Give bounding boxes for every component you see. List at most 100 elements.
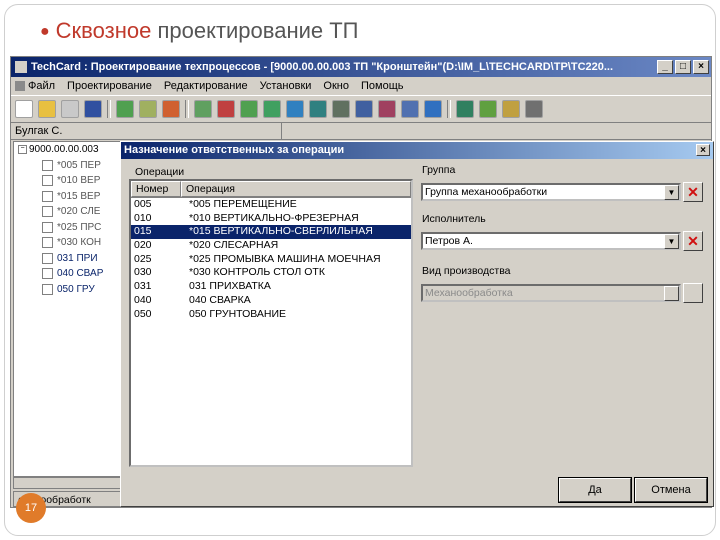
report-icon[interactable] <box>401 100 419 118</box>
ok-button[interactable]: Да <box>558 477 632 503</box>
checkbox[interactable] <box>42 206 53 218</box>
chevron-down-icon <box>664 286 679 301</box>
checkbox[interactable] <box>42 175 53 187</box>
number-icon[interactable] <box>286 100 304 118</box>
checkbox[interactable] <box>42 190 53 202</box>
dialog-close-button[interactable]: × <box>696 144 710 156</box>
checkbox[interactable] <box>42 283 53 295</box>
operation-number: 050 <box>134 307 152 320</box>
tree-item[interactable]: 050 ГРУ <box>14 282 120 298</box>
calculator-icon[interactable] <box>116 100 134 118</box>
assign-responsible-dialog: Назначение ответственных за операции × О… <box>120 141 714 507</box>
chevron-down-icon[interactable]: ▼ <box>664 234 679 249</box>
close-window-button[interactable]: × <box>693 60 709 74</box>
operation-name: 040 СВАРКА <box>189 293 251 306</box>
oper-icon[interactable] <box>240 100 258 118</box>
operation-number: 005 <box>134 198 152 210</box>
tree-item[interactable]: 040 СВАР <box>14 266 120 282</box>
column-operation[interactable]: Операция <box>181 181 411 197</box>
horizontal-scrollbar[interactable] <box>13 477 121 489</box>
collapse-icon[interactable]: − <box>18 145 27 155</box>
clear-group-button[interactable]: ✕ <box>683 182 703 202</box>
column-number[interactable]: Номер <box>131 181 181 197</box>
user-name: Булгак С. <box>11 123 285 140</box>
operation-name: *020 СЛЕСАРНАЯ <box>189 239 279 252</box>
new-document-icon[interactable] <box>15 100 33 118</box>
tree-root[interactable]: −9000.00.00.003 <box>14 142 120 158</box>
clear-executor-button[interactable]: ✕ <box>683 231 703 251</box>
operation-name: *030 КОНТРОЛЬ СТОЛ ОТК <box>189 266 325 279</box>
tools-icon[interactable] <box>217 100 235 118</box>
clear-production-button <box>683 283 703 303</box>
tree-item[interactable]: *005 ПЕР <box>14 158 120 174</box>
menu-settings[interactable]: Установки <box>260 80 312 92</box>
app-icon <box>15 61 27 73</box>
operation-row[interactable]: 025 *025 ПРОМЫВКА МАШИНА МОЕЧНАЯ <box>131 253 411 267</box>
maximize-button[interactable]: □ <box>675 60 691 74</box>
gear-icon[interactable] <box>456 100 474 118</box>
executor-select[interactable]: Петров А. <box>421 232 681 250</box>
operation-name: 050 ГРУНТОВАНИЕ <box>189 307 287 320</box>
menu-file[interactable]: Файл <box>15 80 55 92</box>
toolbar-separator <box>447 100 451 118</box>
menu-window[interactable]: Окно <box>323 80 349 92</box>
checkbox[interactable] <box>42 221 53 233</box>
operation-name: *010 ВЕРТИКАЛЬНО-ФРЕЗЕРНАЯ <box>189 211 359 224</box>
window-title: TechCard : Проектирование техпроцессов -… <box>31 61 614 73</box>
operation-row[interactable]: 031 031 ПРИХВАТКА <box>131 280 411 294</box>
production-type-select: Механообработка <box>421 284 681 302</box>
checkbox[interactable] <box>42 159 53 171</box>
binoculars-icon[interactable] <box>525 100 543 118</box>
bullet-icon: ● <box>40 23 50 40</box>
production-type-label: Вид производства <box>422 265 511 277</box>
menu-design[interactable]: Проектирование <box>67 80 152 92</box>
measure-icon[interactable] <box>332 100 350 118</box>
operation-row[interactable]: 030 *030 КОНТРОЛЬ СТОЛ ОТК <box>131 266 411 280</box>
operation-row[interactable]: 050 050 ГРУНТОВАНИЕ <box>131 308 411 322</box>
tree-item[interactable]: *010 ВЕР <box>14 173 120 189</box>
dropdown-arrow-icon[interactable] <box>61 100 79 118</box>
tree-item[interactable]: *020 СЛЕ <box>14 204 120 220</box>
cancel-button[interactable]: Отмена <box>634 477 708 503</box>
operation-row[interactable]: 005 *005 ПЕРЕМЕЩЕНИЕ <box>131 198 411 212</box>
operations-label: Операции <box>135 166 185 178</box>
checkbox[interactable] <box>42 268 53 280</box>
title-accent: Сквозное <box>55 18 152 43</box>
operation-row[interactable]: 020 *020 СЛЕСАРНАЯ <box>131 239 411 253</box>
tree-item[interactable]: *015 ВЕР <box>14 189 120 205</box>
ole-icon[interactable] <box>424 100 442 118</box>
dialog-titlebar: Назначение ответственных за операции × <box>121 142 713 159</box>
tree-item[interactable]: *030 КОН <box>14 235 120 251</box>
operation-row[interactable]: 015 *015 ВЕРТИКАЛЬНО-СВЕРЛИЛЬНАЯ <box>131 225 411 240</box>
dialog-title: Назначение ответственных за операции <box>124 144 345 156</box>
tree-item[interactable]: 031 ПРИ <box>14 251 120 267</box>
menu-edit[interactable]: Редактирование <box>164 80 248 92</box>
edit-table-icon[interactable] <box>194 100 212 118</box>
table-icon[interactable] <box>139 100 157 118</box>
operation-row[interactable]: 010 *010 ВЕРТИКАЛЬНО-ФРЕЗЕРНАЯ <box>131 212 411 226</box>
tree-item[interactable]: *025 ПРС <box>14 220 120 236</box>
open-folder-icon[interactable] <box>38 100 56 118</box>
process-tree[interactable]: −9000.00.00.003 *005 ПЕР *010 ВЕР *015 В… <box>13 141 121 477</box>
brush-icon[interactable] <box>502 100 520 118</box>
cutter-icon[interactable] <box>309 100 327 118</box>
pencil-icon[interactable] <box>162 100 180 118</box>
group-label: Группа <box>422 164 456 176</box>
chart-icon[interactable] <box>378 100 396 118</box>
edit-icon[interactable] <box>479 100 497 118</box>
save-icon[interactable] <box>84 100 102 118</box>
operation-row[interactable]: 040 040 СВАРКА <box>131 294 411 308</box>
toolbar-separator <box>107 100 111 118</box>
checkbox[interactable] <box>42 252 53 264</box>
window-menu-icon <box>15 81 25 91</box>
menu-help[interactable]: Помощь <box>361 80 404 92</box>
picture-icon[interactable] <box>263 100 281 118</box>
chevron-down-icon[interactable]: ▼ <box>664 185 679 200</box>
database-icon[interactable] <box>355 100 373 118</box>
operations-list[interactable]: Номер Операция 005 *005 ПЕРЕМЕЩЕНИЕ 010 *01… <box>129 179 413 467</box>
group-select[interactable]: Группа механообработки <box>421 183 681 201</box>
minimize-button[interactable]: _ <box>657 60 673 74</box>
checkbox[interactable] <box>42 237 53 249</box>
slide-title: ● Сквозное проектирование ТП <box>40 18 359 44</box>
window-titlebar: TechCard : Проектирование техпроцессов -… <box>11 57 711 77</box>
